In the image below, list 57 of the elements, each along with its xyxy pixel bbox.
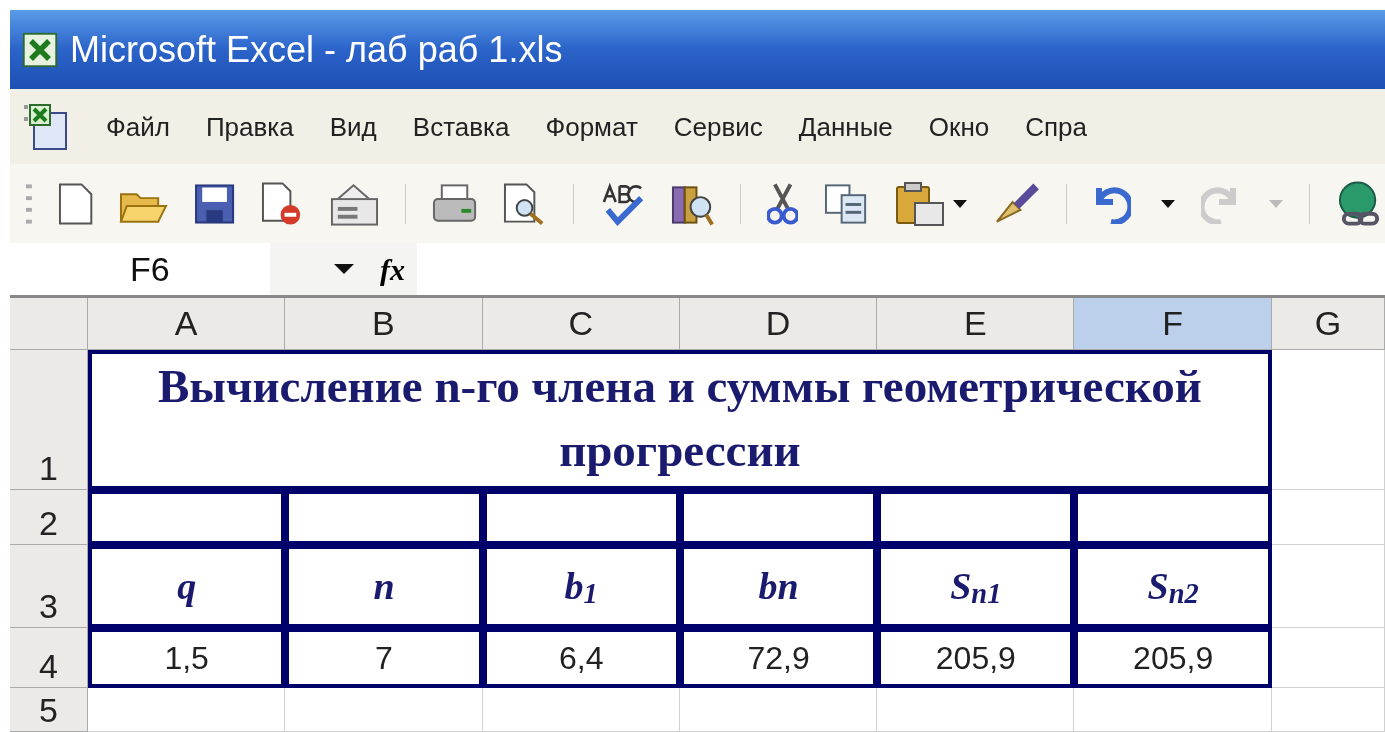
- grid-cell[interactable]: [1271, 628, 1385, 688]
- table-cell: 72,9: [679, 628, 878, 688]
- menu-item[interactable]: Вид: [329, 113, 377, 140]
- menu-item[interactable]: Файл: [106, 113, 170, 140]
- column-header[interactable]: A: [88, 298, 286, 350]
- table-header-cell: S$_{n1}$: [877, 545, 1075, 628]
- grid-cell[interactable]: [1271, 688, 1385, 732]
- menu-item[interactable]: Сервис: [673, 113, 763, 140]
- dropdown-arrow-icon[interactable]: [1161, 199, 1176, 208]
- save-icon[interactable]: [194, 182, 236, 225]
- menu-item[interactable]: Формат: [545, 113, 638, 140]
- row-header[interactable]: 2: [10, 490, 88, 545]
- grid-cell[interactable]: [482, 688, 680, 732]
- column-header[interactable]: B: [285, 298, 483, 350]
- new-document-icon[interactable]: [57, 181, 94, 226]
- table-header-cell: n: [285, 545, 483, 628]
- table-cell: 1,5: [88, 628, 286, 688]
- menu-item[interactable]: Окно: [928, 113, 990, 140]
- cut-icon[interactable]: [766, 181, 798, 226]
- column-header[interactable]: E: [877, 298, 1075, 350]
- menu-item[interactable]: Вставка: [412, 113, 510, 140]
- spreadsheet-icon: [22, 31, 58, 68]
- toolbar-grip-icon: [26, 181, 32, 226]
- table-header-cell: S$_{n2}$: [1074, 545, 1272, 628]
- menu-item[interactable]: Правка: [205, 113, 294, 140]
- table-header-cell: b$_{1}$: [482, 545, 680, 628]
- menu-item[interactable]: Данные: [798, 113, 893, 140]
- column-header[interactable]: F: [1074, 298, 1272, 350]
- grid-cell[interactable]: [1271, 350, 1385, 490]
- column-header[interactable]: G: [1271, 298, 1385, 350]
- dropdown-arrow-icon[interactable]: [953, 199, 968, 208]
- column-header[interactable]: C: [482, 298, 680, 350]
- grid-cell[interactable]: [1074, 688, 1272, 732]
- table-cell: 205,9: [877, 628, 1075, 688]
- dropdown-arrow-icon[interactable]: [334, 264, 354, 275]
- column-header[interactable]: D: [679, 298, 878, 350]
- grid-cell[interactable]: [1271, 490, 1385, 545]
- title-cell: Вычисление n-го члена и суммы геометрической прогрессии: [88, 350, 1272, 490]
- grid-cell[interactable]: [877, 688, 1075, 732]
- row-header[interactable]: 1: [10, 350, 88, 490]
- table-header-cell: bn: [679, 545, 878, 628]
- grid-cell[interactable]: [88, 688, 286, 732]
- grid-cell[interactable]: [679, 688, 878, 732]
- row-header[interactable]: 4: [10, 628, 88, 688]
- name-box[interactable]: F6: [130, 243, 170, 295]
- window-title: Microsoft Excel - лаб раб 1.xls: [70, 31, 563, 68]
- table-header-cell: q: [88, 545, 286, 628]
- table-cell: 205,9: [1074, 628, 1272, 688]
- row-header[interactable]: 5: [10, 688, 88, 732]
- print-icon[interactable]: [432, 182, 478, 225]
- table-cell: 7: [285, 628, 483, 688]
- menu-item[interactable]: Спра: [1025, 113, 1087, 140]
- table-cell: 6,4: [482, 628, 680, 688]
- row-header[interactable]: 3: [10, 545, 88, 628]
- grid-cell[interactable]: [1271, 545, 1385, 628]
- paste-icon[interactable]: [895, 180, 946, 227]
- grid-cell[interactable]: [285, 688, 483, 732]
